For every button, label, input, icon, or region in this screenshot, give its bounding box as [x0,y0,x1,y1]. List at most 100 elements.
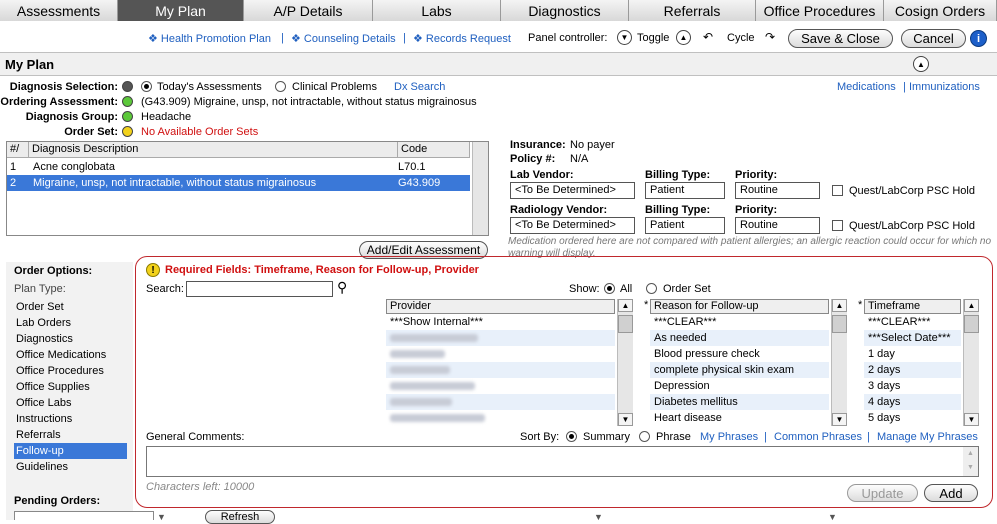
tab-my-plan[interactable]: My Plan [118,0,244,21]
search-input[interactable] [186,281,333,297]
list-item[interactable] [386,362,615,378]
scroll-thumb[interactable] [832,315,847,333]
immunizations-link[interactable]: Immunizations [909,81,980,93]
toggle-down-icon[interactable]: ▼ [617,30,632,45]
list-item[interactable] [386,330,615,346]
priority-field[interactable]: Routine [735,217,820,234]
comments-scrollbar[interactable]: ▲ ▼ [963,447,978,476]
tab-office-procedures[interactable]: Office Procedures [756,0,884,21]
radiology-vendor-field[interactable]: <To Be Determined> [510,217,635,234]
list-item[interactable]: 3 days [864,378,961,394]
plan-item-follow-up[interactable]: Follow-up [14,443,127,459]
show-order-set-radio[interactable] [646,283,657,294]
cancel-button[interactable]: Cancel [901,29,966,48]
tab-labs[interactable]: Labs [373,0,501,21]
sort-phrase-radio[interactable] [639,431,650,442]
records-request-link[interactable]: ❖ Records Request [413,32,511,45]
timeframe-scrollbar[interactable]: ▲ ▼ [963,299,979,426]
collapse-up-icon[interactable]: ▲ [913,56,929,72]
reason-scrollbar[interactable]: ▲ ▼ [831,299,847,426]
list-item[interactable]: Blood pressure check [650,346,829,362]
reason-header[interactable]: Reason for Follow-up [650,299,829,314]
list-item[interactable]: Diabetes mellitus [650,394,829,410]
list-item[interactable]: As needed [650,330,829,346]
plan-item-lab-orders[interactable]: Lab Orders [14,315,127,331]
list-item[interactable]: ***Show Internal*** [386,314,615,330]
list-item[interactable]: ***Select Date*** [864,330,961,346]
sort-summary-radio[interactable] [566,431,577,442]
col-header-code[interactable]: Code [398,142,470,158]
tab-ap-details[interactable]: A/P Details [244,0,373,21]
list-item[interactable]: Depression [650,378,829,394]
list-item[interactable] [386,346,615,362]
my-phrases-link[interactable]: My Phrases [700,431,758,443]
today-assessments-radio[interactable] [141,81,152,92]
pending-orders-field[interactable] [14,511,154,520]
plan-item-guidelines[interactable]: Guidelines [14,459,127,475]
plan-item-office-labs[interactable]: Office Labs [14,395,127,411]
plan-item-referrals[interactable]: Referrals [14,427,127,443]
dx-search-link[interactable]: Dx Search [394,81,445,93]
list-item[interactable]: 2 days [864,362,961,378]
cycle-back-icon[interactable]: ↶ [703,30,713,44]
medications-link[interactable]: Medications [837,81,896,93]
priority-field[interactable]: Routine [735,182,820,199]
tab-cosign-orders[interactable]: Cosign Orders [884,0,997,21]
update-button[interactable]: Update [847,484,918,502]
list-item[interactable]: ***CLEAR*** [650,314,829,330]
cycle-label[interactable]: Cycle [727,32,755,44]
plan-item-diagnostics[interactable]: Diagnostics [14,331,127,347]
search-icon[interactable]: ⚲ [337,279,347,296]
general-comments-input[interactable] [146,446,979,477]
tab-assessments[interactable]: Assessments [0,0,118,21]
refresh-button[interactable]: Refresh [205,510,275,524]
clinical-problems-radio[interactable] [275,81,286,92]
scroll-up-icon[interactable]: ▲ [832,299,847,312]
list-item[interactable]: 5 days [864,410,961,426]
table-row[interactable]: 1 Acne conglobata L70.1 [7,159,470,175]
list-item[interactable]: complete physical skin exam [650,362,829,378]
quest-labcorp-checkbox[interactable] [832,185,843,196]
table-row[interactable]: 2 Migraine, unsp, not intractable, witho… [7,175,470,191]
save-close-button[interactable]: Save & Close [788,29,893,48]
toggle-up-icon[interactable]: ▲ [676,30,691,45]
help-icon[interactable]: i [970,30,987,47]
lab-vendor-field[interactable]: <To Be Determined> [510,182,635,199]
plan-item-order-set[interactable]: Order Set [14,299,127,315]
billing-type-field[interactable]: Patient [645,217,725,234]
toggle-label[interactable]: Toggle [637,32,669,44]
tab-referrals[interactable]: Referrals [629,0,756,21]
scroll-down-icon[interactable]: ▼ [964,413,979,426]
list-item[interactable]: ***CLEAR*** [864,314,961,330]
list-item[interactable]: 1 day [864,346,961,362]
provider-scrollbar[interactable]: ▲ ▼ [617,299,633,426]
table-scrollbar[interactable] [472,142,488,235]
timeframe-header[interactable]: Timeframe [864,299,961,314]
col-header-num[interactable]: #/ [7,142,29,158]
scroll-thumb[interactable] [618,315,633,333]
tab-diagnostics[interactable]: Diagnostics [501,0,629,21]
dropdown-arrow-icon[interactable]: ▼ [594,512,603,522]
quest-labcorp-checkbox[interactable] [832,220,843,231]
list-item[interactable] [386,394,615,410]
list-item[interactable]: 4 days [864,394,961,410]
health-promotion-plan-link[interactable]: ❖ Health Promotion Plan [148,32,271,45]
cycle-forward-icon[interactable]: ↷ [765,30,775,44]
counseling-details-link[interactable]: ❖ Counseling Details [291,32,396,45]
add-button[interactable]: Add [924,484,978,502]
scroll-down-icon[interactable]: ▼ [832,413,847,426]
provider-header[interactable]: Provider [386,299,615,314]
plan-item-office-procedures[interactable]: Office Procedures [14,363,127,379]
show-all-radio[interactable] [604,283,615,294]
list-item[interactable]: Heart disease [650,410,829,426]
col-header-description[interactable]: Diagnosis Description [29,142,398,158]
dropdown-arrow-icon[interactable]: ▼ [828,512,837,522]
billing-type-field[interactable]: Patient [645,182,725,199]
list-item[interactable] [386,378,615,394]
list-item[interactable] [386,410,615,426]
scroll-thumb[interactable] [964,315,979,333]
plan-item-office-supplies[interactable]: Office Supplies [14,379,127,395]
plan-item-office-medications[interactable]: Office Medications [14,347,127,363]
manage-phrases-link[interactable]: Manage My Phrases [877,431,978,443]
scroll-up-icon[interactable]: ▲ [964,299,979,312]
